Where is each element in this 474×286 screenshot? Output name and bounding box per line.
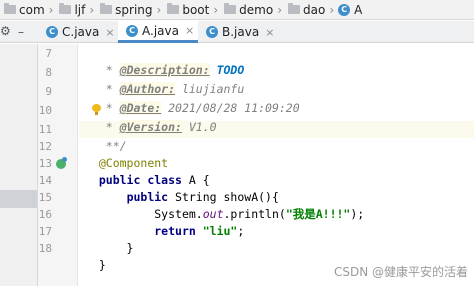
folder-icon xyxy=(100,3,113,14)
tab-label: B.java xyxy=(222,25,260,39)
spring-bean-icon xyxy=(56,157,67,169)
breadcrumb-label: A xyxy=(354,2,363,17)
chevron-right-icon: › xyxy=(329,2,335,17)
code-text: ; xyxy=(237,224,245,238)
breadcrumb-label: spring xyxy=(115,2,153,17)
folder-icon xyxy=(4,3,16,14)
string-literal: "我是A!!!" xyxy=(285,207,351,221)
gutter-bean-marker[interactable] xyxy=(56,155,70,172)
editor-tab-bar: ⚙ – C C.java × C A.java × C B.java × xyxy=(0,21,474,43)
chevron-right-icon: › xyxy=(156,2,162,17)
selected-row[interactable] xyxy=(0,190,38,208)
folder-icon xyxy=(167,3,180,14)
tab-label: C.java xyxy=(62,25,100,39)
string-literal: "liu" xyxy=(202,224,238,238)
line-number: 11 xyxy=(38,123,52,136)
breadcrumb-item-boot[interactable]: boot xyxy=(165,3,209,17)
minimize-icon[interactable]: – xyxy=(18,25,28,39)
close-icon[interactable]: × xyxy=(105,26,114,39)
line-number: 7 xyxy=(45,47,52,60)
code-line-13: public class A { xyxy=(85,155,210,187)
tab-label: A.java xyxy=(142,23,179,38)
line-number: 16 xyxy=(38,208,52,221)
line-gutter[interactable]: 7 8 9 10 11 12 13 14 15 16 17 18 xyxy=(38,44,78,286)
line-number: 13 xyxy=(38,157,52,170)
javadoc-tag: @Version: xyxy=(119,120,182,134)
class-c-icon: C xyxy=(206,26,218,38)
breadcrumb-label: ljf xyxy=(74,2,86,17)
line-number: 9 xyxy=(45,85,52,98)
breadcrumb-item-demo[interactable]: demo xyxy=(222,3,273,17)
line-number: 14 xyxy=(38,174,52,187)
line-number: 8 xyxy=(45,66,52,79)
code-line-11: **/ xyxy=(85,121,127,153)
code-line-15: System.out.println("我是A!!!"); xyxy=(85,189,364,221)
code-line-10: * @Version: V1.0 xyxy=(85,102,217,134)
gear-icon[interactable]: ⚙ xyxy=(0,24,12,38)
keyword-text: return xyxy=(154,224,196,238)
tab-a-java[interactable]: C A.java × xyxy=(118,21,198,43)
breadcrumb-item-ljf[interactable]: ljf xyxy=(57,3,85,17)
close-icon[interactable]: × xyxy=(265,26,274,39)
class-c-icon: C xyxy=(126,24,138,37)
code-text: ); xyxy=(350,207,365,221)
breadcrumb-item-dao[interactable]: dao xyxy=(286,3,325,17)
chevron-right-icon: › xyxy=(277,2,283,17)
line-number: 10 xyxy=(38,104,52,117)
chevron-right-icon: › xyxy=(89,2,95,17)
folder-icon xyxy=(59,3,72,14)
breadcrumb-label: dao xyxy=(303,2,326,17)
code-line-7: * @Description: TODO xyxy=(85,45,244,77)
folder-icon xyxy=(288,3,301,14)
code-text: } xyxy=(98,258,106,272)
watermark: CSDN @健康平安的活着 xyxy=(333,265,468,279)
breadcrumb: com › ljf › spring › boot › demo › dao ›… xyxy=(0,0,474,20)
code-line-8: * @Author: liujianfu xyxy=(85,64,244,96)
class-c-icon: C xyxy=(46,26,58,38)
line-number: 15 xyxy=(38,191,52,204)
breadcrumb-item-a[interactable]: CA xyxy=(338,3,362,17)
breadcrumb-label: com xyxy=(19,2,45,17)
comment-text: V1.0 xyxy=(181,120,217,134)
line-number: 17 xyxy=(38,225,52,238)
class-c-icon: C xyxy=(338,3,351,16)
code-line-12: @Component xyxy=(85,138,168,170)
code-line-9: * @Date: 2021/08/28 11:09:20 xyxy=(85,83,300,115)
line-number: 12 xyxy=(38,140,52,153)
tab-b-java[interactable]: C B.java × xyxy=(198,21,278,43)
breadcrumb-item-spring[interactable]: spring xyxy=(98,2,153,17)
code-line-17: } xyxy=(85,223,134,255)
breadcrumb-label: demo xyxy=(239,2,274,17)
line-number: 18 xyxy=(38,242,52,255)
breadcrumb-label: boot xyxy=(182,2,210,17)
code-line-16: return "liu"; xyxy=(85,206,244,238)
chevron-right-icon: › xyxy=(213,2,219,17)
lightbulb-icon[interactable] xyxy=(92,104,101,115)
chevron-right-icon: › xyxy=(48,2,54,17)
folder-icon xyxy=(224,3,237,14)
code-line-14: public String showA(){ xyxy=(85,172,279,204)
code-line-18: } xyxy=(85,240,106,272)
project-panel-strip xyxy=(0,44,38,286)
tab-c-java[interactable]: C C.java × xyxy=(38,21,118,43)
breadcrumb-item-com[interactable]: com xyxy=(2,3,45,17)
close-icon[interactable]: × xyxy=(185,24,194,37)
